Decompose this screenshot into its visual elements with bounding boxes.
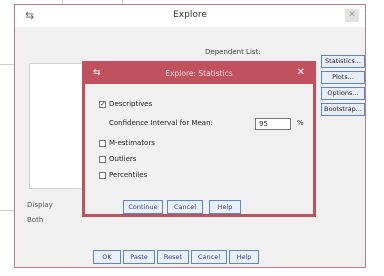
plots-button[interactable]: Plots... — [321, 71, 365, 84]
window-title: Explore — [173, 10, 207, 20]
both-label: Both — [27, 216, 44, 224]
outliers-checkbox[interactable] — [99, 156, 106, 163]
options-button[interactable]: Options... — [321, 87, 365, 100]
dialog-cancel-button[interactable]: Cancel — [167, 200, 203, 214]
confidence-interval-label: Confidence Interval for Mean: — [109, 119, 213, 127]
statistics-button[interactable]: Statistics... — [321, 55, 365, 68]
window-titlebar: ⇆ Explore ✕ — [15, 5, 365, 27]
paste-button[interactable]: Paste — [123, 250, 155, 264]
descriptives-checkbox[interactable]: ✓ — [99, 101, 106, 108]
percent-unit: % — [297, 119, 304, 127]
percentiles-label: Percentiles — [109, 171, 148, 179]
dialog-close-icon[interactable]: ✕ — [297, 67, 305, 78]
outliers-label: Outliers — [109, 155, 137, 163]
descriptives-label: Descriptives — [109, 100, 153, 108]
ok-button[interactable]: OK — [93, 250, 121, 264]
cancel-button[interactable]: Cancel — [191, 250, 227, 264]
background-line — [0, 64, 14, 65]
m-estimators-label: M-estimators — [109, 139, 155, 147]
help-button[interactable]: Help — [229, 250, 259, 264]
confidence-interval-input[interactable]: 95 — [255, 118, 291, 130]
dialog-title: Explore: Statistics — [165, 69, 233, 78]
continue-button[interactable]: Continue — [123, 200, 163, 214]
reset-button[interactable]: Reset — [157, 250, 189, 264]
background-line — [0, 210, 14, 211]
close-button[interactable]: ✕ — [345, 9, 359, 22]
m-estimators-checkbox[interactable] — [99, 140, 106, 147]
percentiles-checkbox[interactable] — [99, 172, 106, 179]
display-label: Display — [27, 201, 53, 209]
statistics-dialog: ⇆ Explore: Statistics ✕ ✓ Descriptives C… — [82, 61, 316, 217]
bootstrap-button[interactable]: Bootstrap... — [321, 103, 365, 116]
dialog-titlebar: ⇆ Explore: Statistics ✕ — [85, 64, 313, 84]
dependent-list-label: Dependent List: — [205, 48, 261, 56]
dialog-help-button[interactable]: Help — [209, 200, 241, 214]
